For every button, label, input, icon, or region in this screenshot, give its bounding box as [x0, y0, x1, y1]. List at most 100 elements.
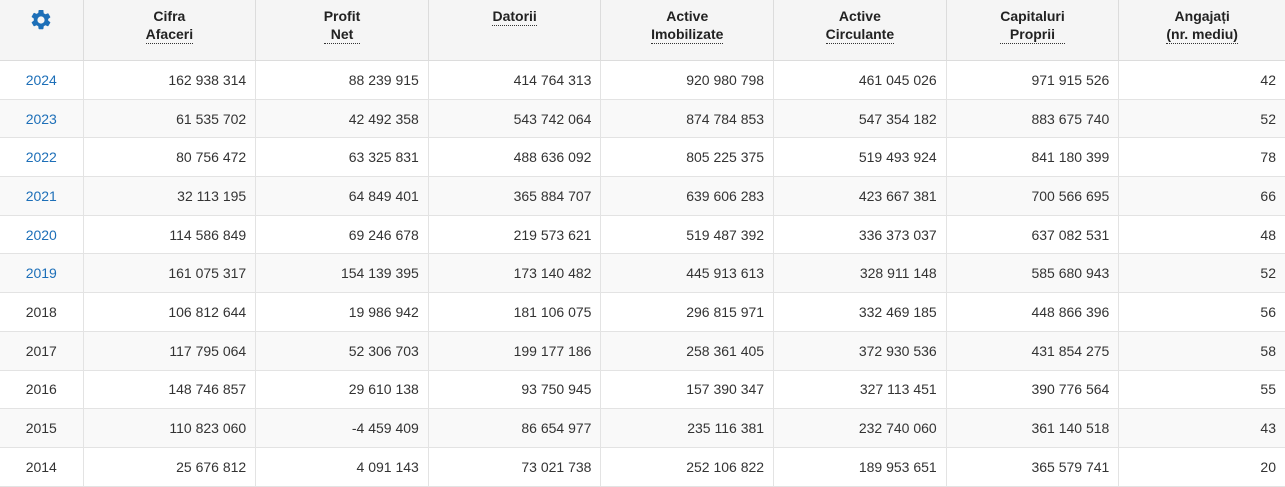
- table-header-row: Cifra Afaceri Profit Net Datorii Active Imo…: [0, 0, 1285, 61]
- year-cell: 2019: [0, 253, 84, 294]
- value-cell: 29 610 138: [255, 370, 429, 410]
- value-cell: 25 676 812: [83, 447, 257, 487]
- value-cell: 117 795 064: [83, 331, 257, 371]
- table-row: 2014 25 676 812 4 091 143 73 021 738 252 106…: [0, 447, 1285, 487]
- year-link[interactable]: 2019: [26, 265, 57, 281]
- value-cell: 42: [1118, 60, 1285, 100]
- value-cell: 461 045 026: [773, 60, 947, 100]
- year-link[interactable]: 2022: [26, 149, 57, 165]
- year-cell: 2018: [0, 292, 84, 332]
- value-cell: -4 459 409: [255, 408, 429, 448]
- value-cell: 114 586 849: [83, 215, 257, 255]
- value-cell: 585 680 943: [946, 253, 1120, 294]
- col-header-cifra-afaceri[interactable]: Cifra Afaceri: [83, 0, 257, 61]
- value-cell: 20: [1118, 447, 1285, 487]
- value-cell: 805 225 375: [600, 137, 775, 178]
- value-cell: 390 776 564: [946, 370, 1120, 410]
- settings-header-cell[interactable]: [0, 0, 84, 61]
- value-cell: 110 823 060: [83, 408, 257, 448]
- value-cell: 372 930 536: [773, 331, 947, 371]
- col-header-line2: Circulante: [825, 26, 895, 42]
- year-cell: 2024: [0, 60, 84, 100]
- value-cell: 52: [1118, 253, 1285, 294]
- col-header-line1: Angajați: [1174, 8, 1230, 24]
- financial-data-table: Cifra Afaceri Profit Net Datorii Active Imo…: [0, 0, 1285, 487]
- value-cell: 448 866 396: [946, 292, 1120, 332]
- value-cell: 445 913 613: [600, 253, 775, 294]
- value-cell: 258 361 405: [600, 331, 775, 371]
- value-cell: 55: [1118, 370, 1285, 410]
- table-row: 2023 61 535 702 42 492 358 543 742 064 874 7…: [0, 99, 1285, 139]
- year-cell: 2016: [0, 370, 84, 410]
- col-header-angajati[interactable]: Angajați (nr. mediu): [1118, 0, 1285, 61]
- value-cell: 328 911 148: [773, 253, 947, 294]
- value-cell: 43: [1118, 408, 1285, 448]
- value-cell: 414 764 313: [428, 60, 602, 100]
- gear-icon[interactable]: [29, 8, 53, 32]
- table-row: 2021 32 113 195 64 849 401 365 884 707 639 6…: [0, 176, 1285, 216]
- value-cell: 162 938 314: [83, 60, 257, 100]
- year-cell: 2017: [0, 331, 84, 371]
- value-cell: 63 325 831: [255, 137, 429, 178]
- table-row: 2015 110 823 060 -4 459 409 86 654 977 235 1…: [0, 408, 1285, 448]
- value-cell: 93 750 945: [428, 370, 602, 410]
- value-cell: 547 354 182: [773, 99, 947, 139]
- value-cell: 58: [1118, 331, 1285, 371]
- value-cell: 232 740 060: [773, 408, 947, 448]
- value-cell: 56: [1118, 292, 1285, 332]
- value-cell: 700 566 695: [946, 176, 1120, 216]
- value-cell: 181 106 075: [428, 292, 602, 332]
- table-body: 2024 162 938 314 88 239 915 414 764 313 920 …: [0, 60, 1285, 487]
- value-cell: 4 091 143: [255, 447, 429, 487]
- value-cell: 519 493 924: [773, 137, 947, 178]
- col-header-profit-net[interactable]: Profit Net: [255, 0, 429, 61]
- value-cell: 874 784 853: [600, 99, 775, 139]
- col-header-datorii[interactable]: Datorii: [428, 0, 602, 61]
- value-cell: 78: [1118, 137, 1285, 178]
- value-cell: 19 986 942: [255, 292, 429, 332]
- col-header-line1: Datorii: [492, 8, 537, 24]
- year-link[interactable]: 2024: [26, 72, 57, 88]
- table-row: 2020 114 586 849 69 246 678 219 573 621 519 …: [0, 215, 1285, 255]
- value-cell: 88 239 915: [255, 60, 429, 100]
- year-cell: 2022: [0, 137, 84, 178]
- col-header-active-circulante[interactable]: Active Circulante: [773, 0, 947, 61]
- value-cell: 189 953 651: [773, 447, 947, 487]
- year-link[interactable]: 2021: [26, 188, 57, 204]
- col-header-line2: Afaceri: [145, 26, 194, 42]
- value-cell: 543 742 064: [428, 99, 602, 139]
- value-cell: 219 573 621: [428, 215, 602, 255]
- value-cell: 361 140 518: [946, 408, 1120, 448]
- value-cell: 148 746 857: [83, 370, 257, 410]
- col-header-capitaluri-proprii[interactable]: Capitaluri Proprii: [946, 0, 1120, 61]
- value-cell: 235 116 381: [600, 408, 775, 448]
- col-header-line2: Proprii: [1009, 26, 1056, 42]
- value-cell: 173 140 482: [428, 253, 602, 294]
- year-cell: 2014: [0, 447, 84, 487]
- year-link[interactable]: 2023: [26, 111, 57, 127]
- value-cell: 32 113 195: [83, 176, 257, 216]
- value-cell: 336 373 037: [773, 215, 947, 255]
- table-row: 2018 106 812 644 19 986 942 181 106 075 296 …: [0, 292, 1285, 332]
- value-cell: 48: [1118, 215, 1285, 255]
- table-row: 2022 80 756 472 63 325 831 488 636 092 805 2…: [0, 137, 1285, 178]
- value-cell: 431 854 275: [946, 331, 1120, 371]
- year-cell: 2021: [0, 176, 84, 216]
- col-header-line1: Cifra: [153, 8, 186, 24]
- value-cell: 106 812 644: [83, 292, 257, 332]
- col-header-line2: Imobilizate: [651, 26, 724, 42]
- value-cell: 639 606 283: [600, 176, 775, 216]
- value-cell: 971 915 526: [946, 60, 1120, 100]
- value-cell: 488 636 092: [428, 137, 602, 178]
- value-cell: 920 980 798: [600, 60, 775, 100]
- value-cell: 154 139 395: [255, 253, 429, 294]
- value-cell: 86 654 977: [428, 408, 602, 448]
- table-row: 2017 117 795 064 52 306 703 199 177 186 258 …: [0, 331, 1285, 371]
- value-cell: 841 180 399: [946, 137, 1120, 178]
- year-link[interactable]: 2020: [26, 227, 57, 243]
- col-header-active-imobilizate[interactable]: Active Imobilizate: [600, 0, 775, 61]
- col-header-line2: (nr. mediu): [1166, 26, 1238, 42]
- table-row: 2016 148 746 857 29 610 138 93 750 945 157 3…: [0, 370, 1285, 410]
- value-cell: 52: [1118, 99, 1285, 139]
- value-cell: 161 075 317: [83, 253, 257, 294]
